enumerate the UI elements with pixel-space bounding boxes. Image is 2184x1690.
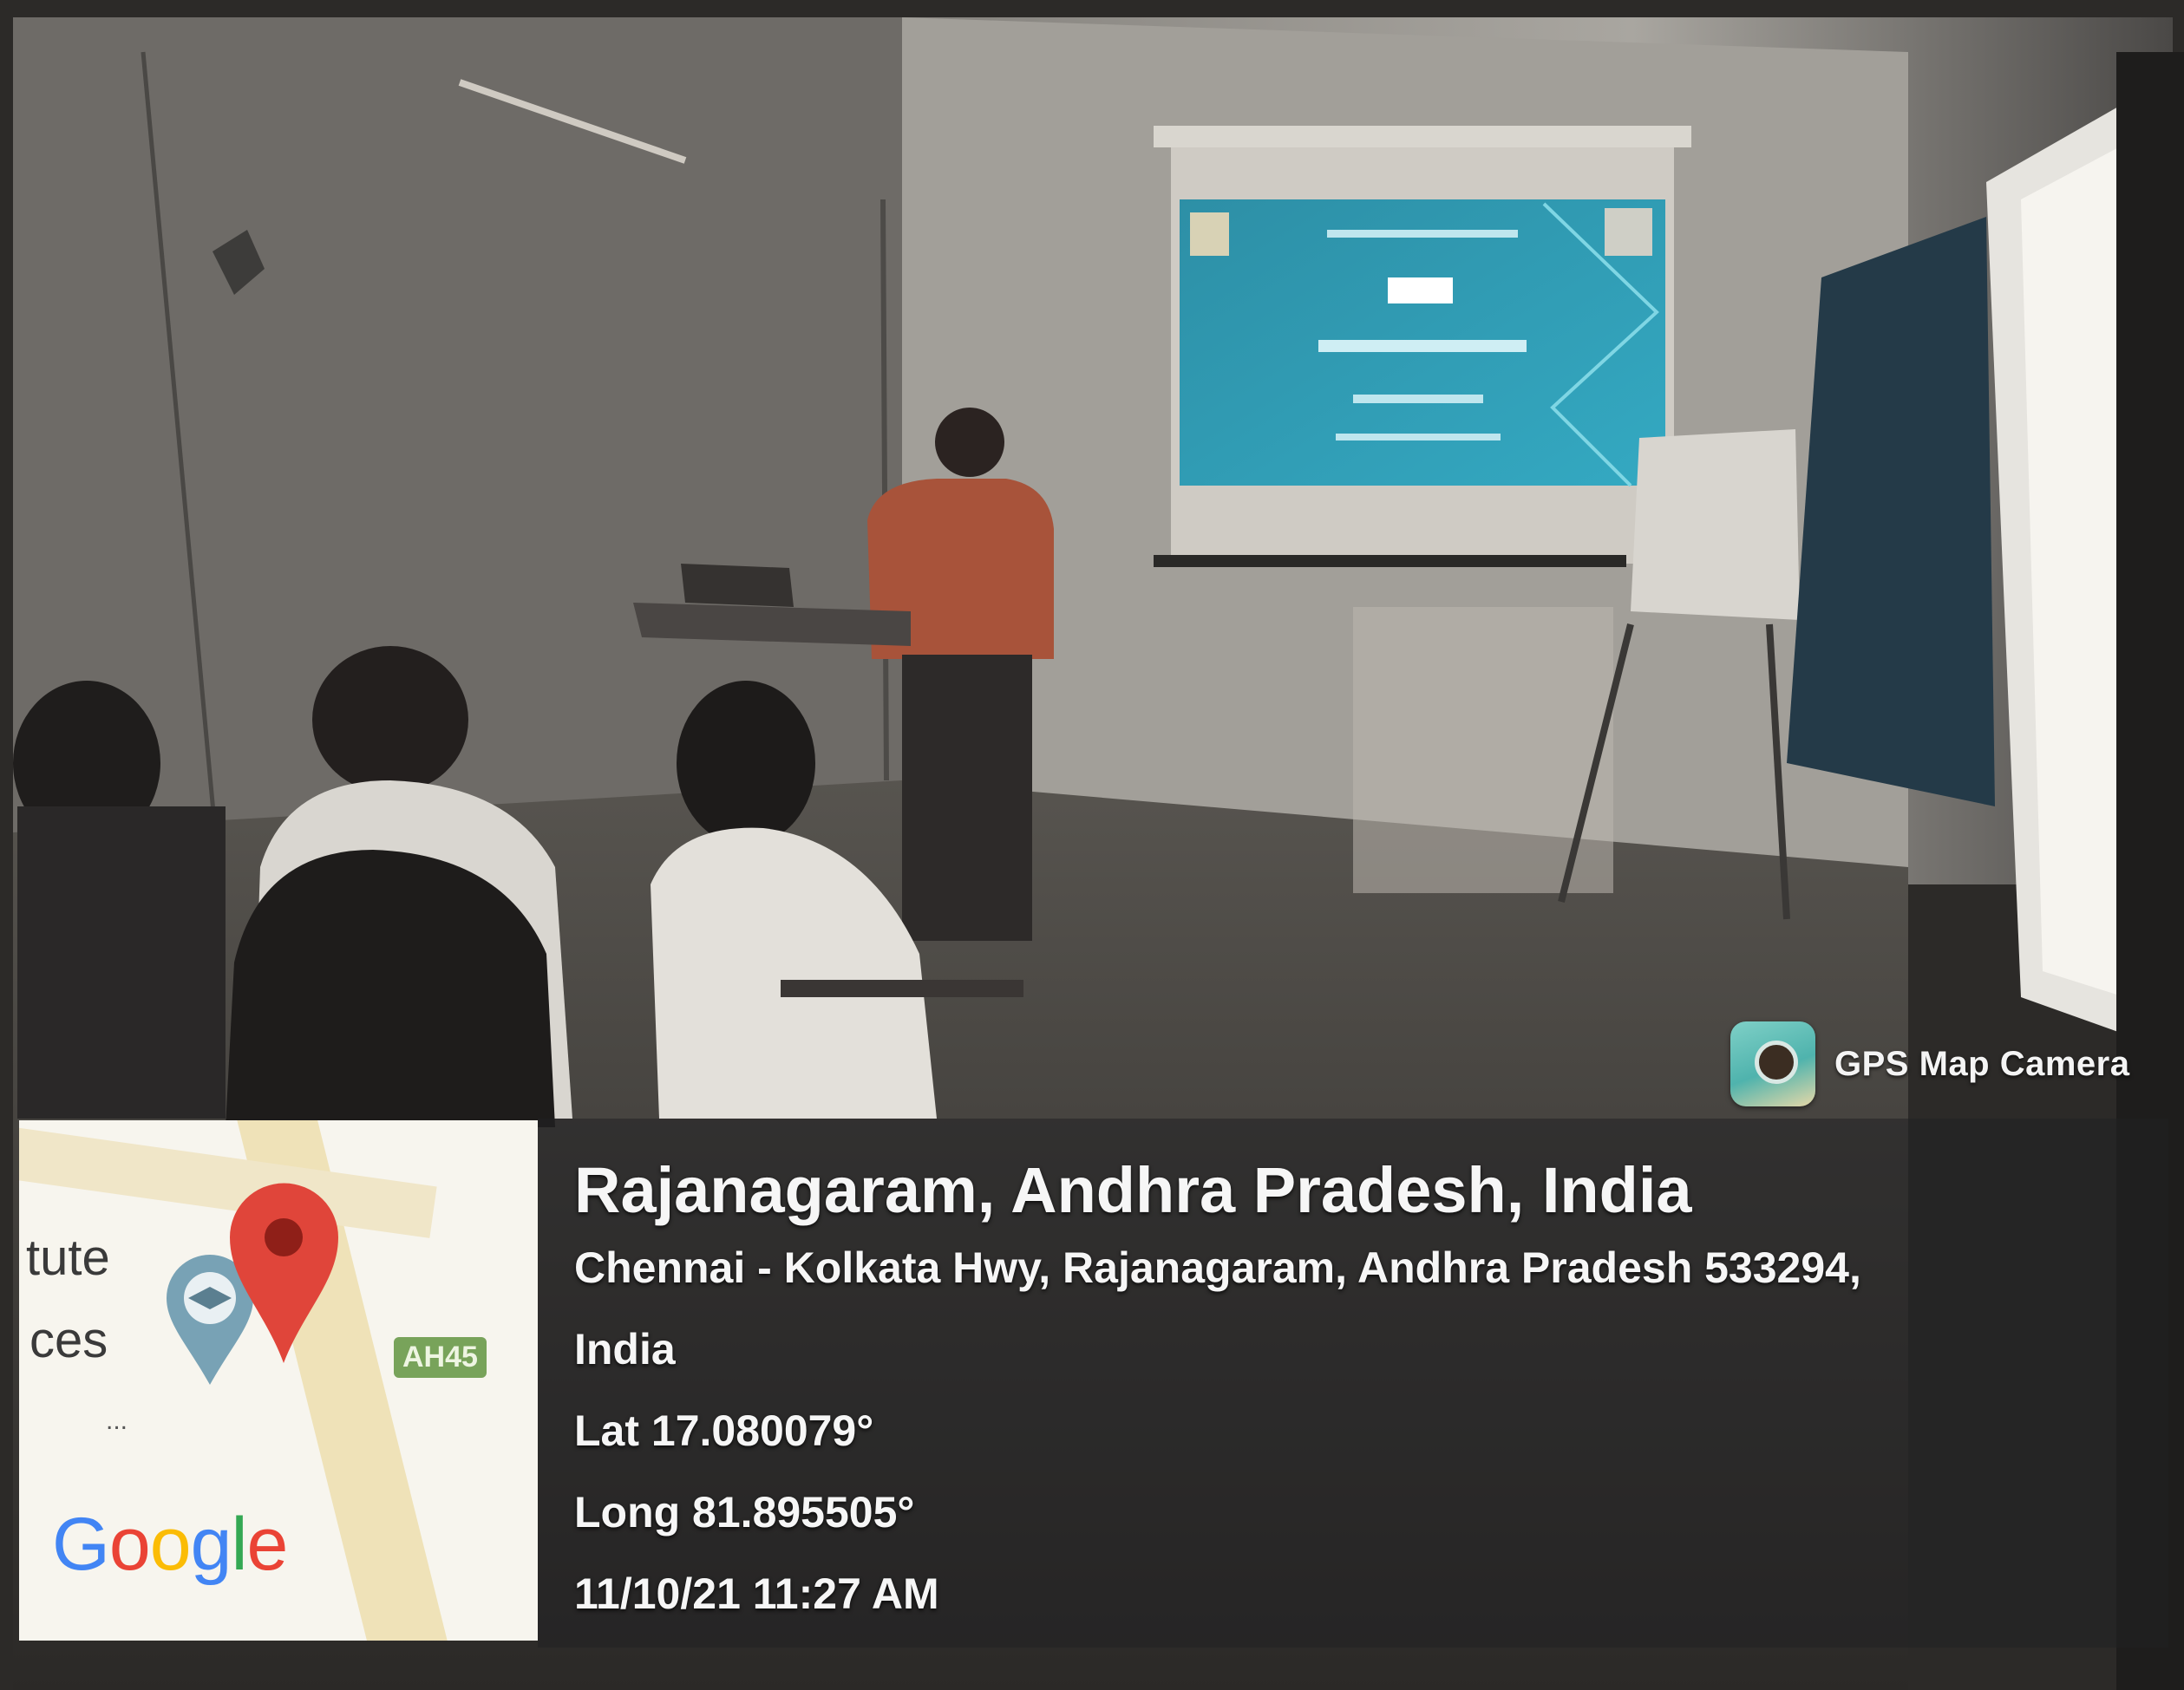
map-pin-icon [230, 1183, 338, 1363]
datetime: 11/10/21 11:27 AM [574, 1569, 939, 1618]
gps-map-camera-label: GPS Map Camera [1834, 1044, 2130, 1083]
address-line-2: India [574, 1325, 676, 1374]
google-logo: Google [52, 1503, 288, 1586]
location-title: Rajanagaram, Andhra Pradesh, India [574, 1154, 1692, 1226]
highway-badge: AH45 [394, 1337, 487, 1378]
location-info: Rajanagaram, Andhra Pradesh, India Chenn… [574, 1153, 1861, 1650]
map-dots: ... [106, 1406, 128, 1435]
map-label-ces: ces [29, 1312, 108, 1368]
address-line-1: Chennai - Kolkata Hwy, Rajanagaram, Andh… [574, 1243, 1861, 1292]
map-label-tute: tute [26, 1230, 110, 1286]
camera-app-icon [1730, 1021, 1815, 1106]
map-thumbnail: tute ces ... AH45 Google [19, 1120, 538, 1641]
gps-map-camera-badge: GPS Map Camera [1730, 1021, 2129, 1106]
latitude: Lat 17.080079° [574, 1406, 874, 1455]
longitude: Long 81.895505° [574, 1488, 915, 1537]
